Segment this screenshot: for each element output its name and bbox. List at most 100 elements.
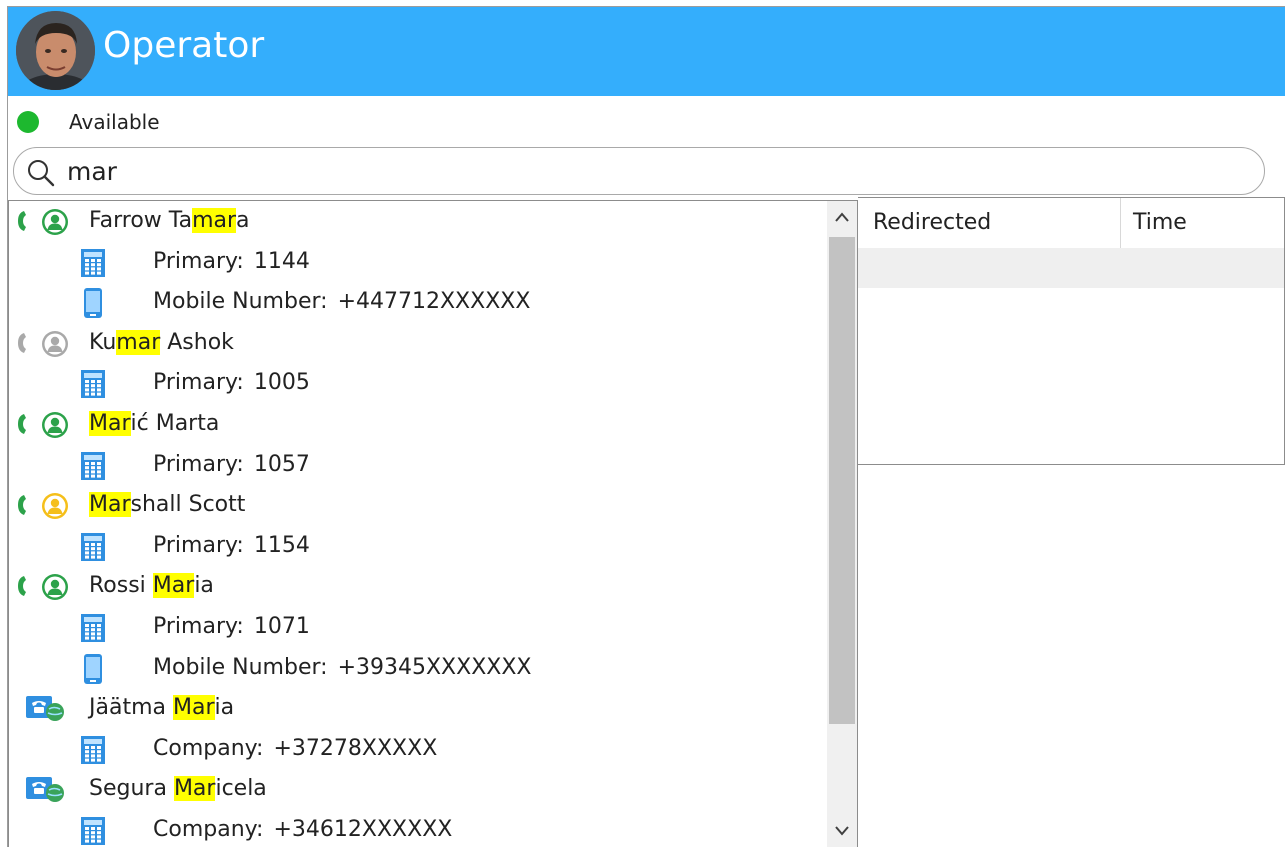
number-value: 1144 — [253, 248, 310, 274]
contact-row[interactable]: Rossi Maria — [9, 566, 827, 607]
phone-number-entry: Mobile Number: +39345XXXXXXX — [153, 655, 531, 680]
presence-green-person-icon — [42, 411, 68, 438]
call-icon[interactable] — [15, 575, 29, 597]
phone-number-entry: Primary: 1144 — [153, 249, 310, 274]
number-value: 1005 — [253, 370, 310, 396]
number-type-label: Primary: — [153, 532, 244, 558]
contact-name-part: ia — [214, 695, 235, 721]
phone-number-entry: Mobile Number: +447712XXXXXX — [153, 289, 530, 314]
app-header: Operator — [8, 7, 1285, 96]
search-input[interactable] — [67, 154, 1167, 188]
contact-row[interactable]: Segura Maricela — [9, 769, 827, 810]
phone-number-row[interactable]: Primary: 1144 — [9, 242, 827, 283]
app-title: Operator — [103, 25, 265, 66]
phone-number-row[interactable]: Primary: 1154 — [9, 526, 827, 567]
phone-number-entry: Primary: 1057 — [153, 452, 310, 477]
status-label: Available — [69, 110, 160, 134]
number-value: 1057 — [253, 451, 310, 477]
contact-row[interactable]: Marshall Scott — [9, 485, 827, 526]
search-box[interactable] — [13, 147, 1265, 195]
external-contact-icon — [26, 696, 64, 722]
contact-name-part: Jäätma — [89, 695, 173, 721]
column-header-time[interactable]: Time — [1133, 210, 1187, 235]
deskphone-icon — [81, 248, 105, 277]
deskphone-icon — [81, 532, 105, 561]
number-value: +447712XXXXXX — [337, 289, 531, 315]
phone-number-entry: Primary: 1154 — [153, 533, 310, 558]
contact-row[interactable]: Kumar Ashok — [9, 323, 827, 364]
number-type-label: Mobile Number: — [153, 289, 328, 315]
number-type-label: Company: — [153, 816, 264, 842]
call-history-table: Redirected Time — [858, 197, 1285, 465]
column-header-redirected[interactable]: Redirected — [873, 210, 991, 235]
history-header: Redirected Time — [858, 198, 1284, 248]
deskphone-icon — [81, 613, 105, 642]
number-type-label: Primary: — [153, 248, 244, 274]
phone-number-entry: Primary: 1071 — [153, 614, 310, 639]
contact-name-part: icela — [215, 776, 267, 802]
search-icon — [28, 160, 55, 187]
phone-number-row[interactable]: Primary: 1071 — [9, 607, 827, 648]
number-value: +34612XXXXXX — [273, 816, 453, 842]
contact-name-part: Rossi — [89, 573, 153, 599]
contact-name-part: a — [236, 208, 250, 233]
mobile-phone-icon — [84, 288, 102, 319]
contact-name-part: Ashok — [160, 329, 234, 355]
results-scrollbar[interactable] — [827, 201, 857, 847]
external-contact-icon — [26, 777, 64, 803]
contact-name-part: shall Scott — [130, 492, 246, 518]
call-icon[interactable] — [15, 332, 29, 354]
presence-status[interactable]: Available — [8, 107, 408, 139]
number-value: +37278XXXXX — [273, 735, 438, 761]
search-results-panel: Farrow Tamara Primary: 1144 Mobile Number: +… — [8, 200, 858, 847]
contact-row[interactable]: Jäätma Maria — [9, 688, 827, 729]
phone-number-entry: Company: +37278XXXXX — [153, 736, 437, 761]
contact-name-part: Segura — [89, 776, 174, 802]
history-row[interactable] — [858, 248, 1284, 288]
deskphone-icon — [81, 816, 105, 845]
contact-name-part: Ku — [89, 329, 117, 355]
column-divider[interactable] — [1120, 198, 1121, 248]
scroll-up-button[interactable] — [827, 201, 857, 233]
scroll-thumb[interactable] — [829, 237, 855, 724]
contact-name-part: ia — [194, 573, 214, 599]
phone-number-row[interactable]: Mobile Number: +39345XXXXXXX — [9, 648, 827, 689]
operator-window: Operator Available Farrow Tamara Primary:… — [7, 6, 1285, 847]
call-icon[interactable] — [15, 413, 29, 435]
number-type-label: Mobile Number: — [153, 654, 328, 680]
number-type-label: Primary: — [153, 613, 244, 639]
user-avatar[interactable] — [16, 11, 95, 90]
contact-row[interactable]: Marić Marta — [9, 404, 827, 445]
phone-number-entry: Primary: 1005 — [153, 370, 310, 395]
number-value: +39345XXXXXXX — [337, 654, 532, 680]
number-type-label: Company: — [153, 735, 264, 761]
search-results-list: Farrow Tamara Primary: 1144 Mobile Number: +… — [9, 201, 827, 847]
call-icon[interactable] — [15, 210, 29, 232]
presence-gray-person-icon — [42, 330, 68, 357]
phone-number-row[interactable]: Company: +37278XXXXX — [9, 729, 827, 770]
phone-number-row[interactable]: Mobile Number: +447712XXXXXX — [9, 282, 827, 323]
number-value: 1071 — [253, 613, 310, 639]
phone-number-row[interactable]: Primary: 1057 — [9, 445, 827, 486]
status-indicator-icon — [17, 111, 39, 133]
search-match-highlight: Mar — [89, 492, 131, 518]
search-match-highlight: mar — [116, 329, 161, 355]
contact-name: Segura Maricela — [89, 776, 267, 802]
scroll-down-button[interactable] — [827, 815, 857, 847]
search-match-highlight: Mar — [152, 573, 195, 599]
presence-green-person-icon — [42, 574, 68, 601]
contact-name: Farrow Tamara — [89, 208, 250, 233]
phone-number-entry: Company: +34612XXXXXX — [153, 817, 452, 842]
contact-name: Kumar Ashok — [89, 329, 234, 355]
contact-name: Jäätma Maria — [89, 695, 235, 721]
phone-number-row[interactable]: Company: +34612XXXXXX — [9, 810, 827, 847]
contact-row[interactable]: Farrow Tamara — [9, 201, 827, 242]
deskphone-icon — [81, 370, 105, 399]
phone-number-row[interactable]: Primary: 1005 — [9, 363, 827, 404]
mobile-phone-icon — [84, 653, 102, 684]
contact-name: Marshall Scott — [89, 492, 246, 518]
number-value: 1154 — [253, 532, 310, 558]
call-icon[interactable] — [15, 494, 29, 516]
search-match-highlight: Mar — [172, 695, 215, 721]
number-type-label: Primary: — [153, 370, 244, 396]
